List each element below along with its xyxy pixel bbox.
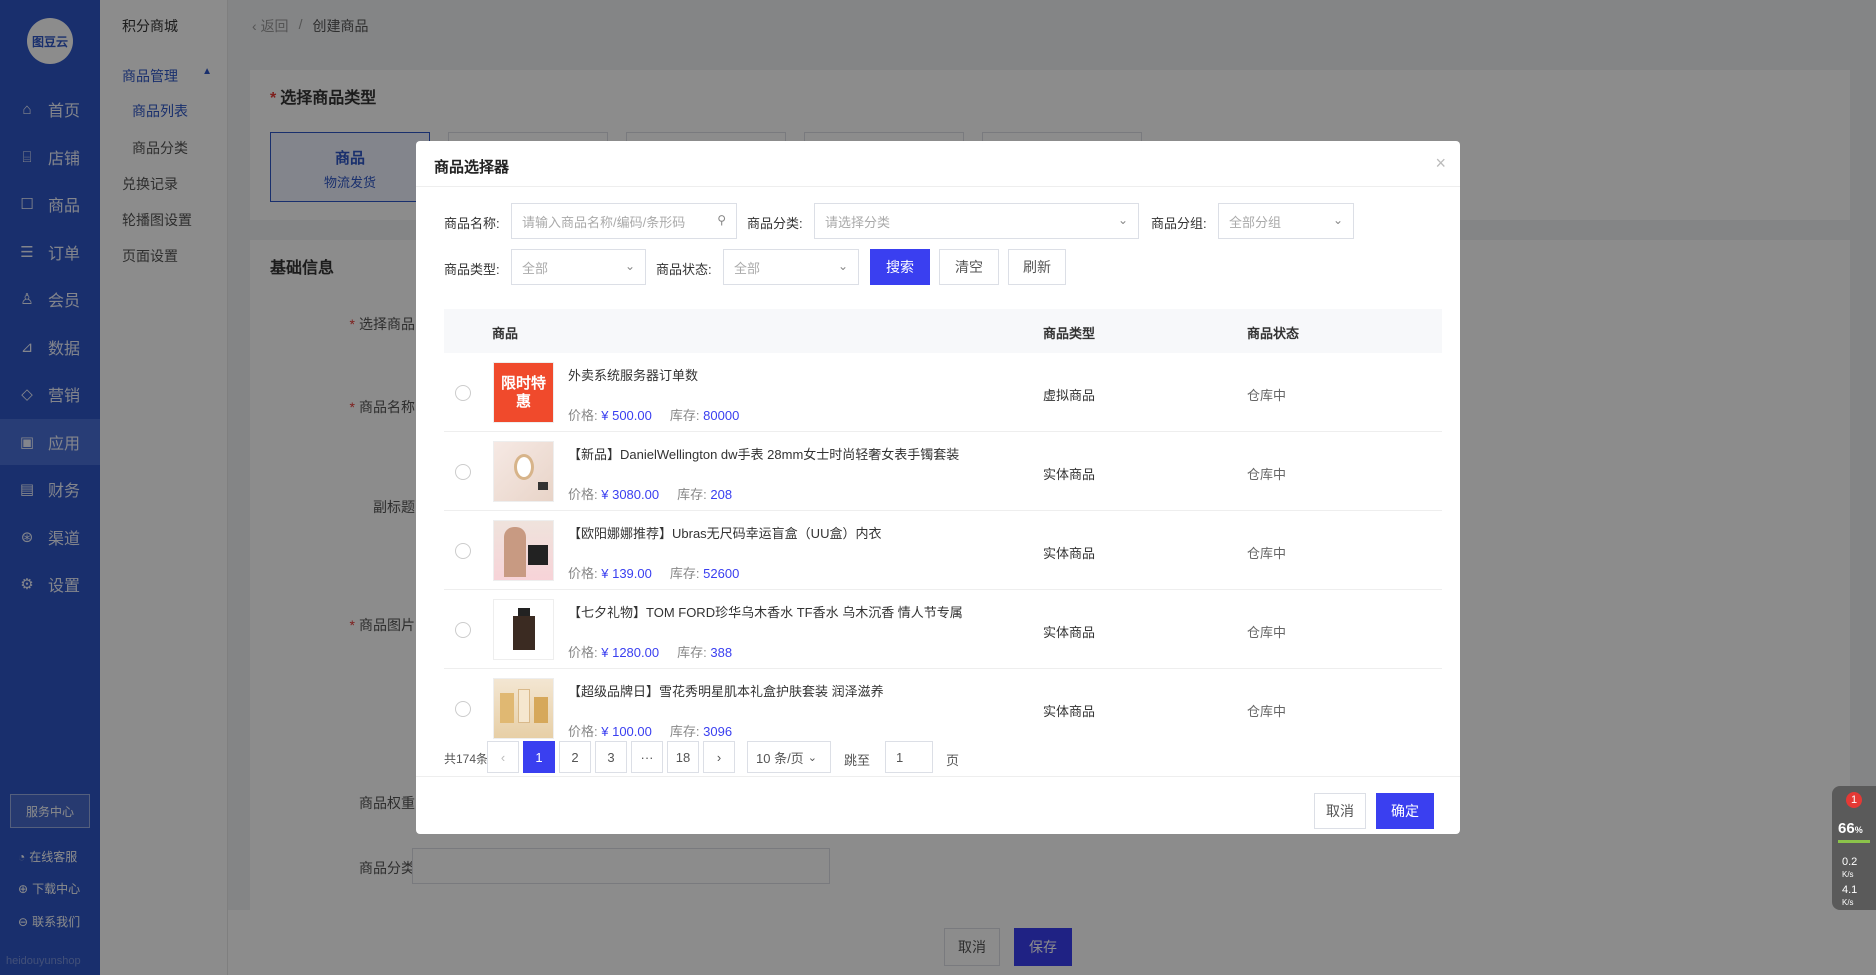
search-placeholder: 请输入商品名称/编码/条形码 xyxy=(522,214,686,230)
download-speed: 4.1 K/s xyxy=(1842,884,1858,907)
jump-label: 跳至 xyxy=(844,753,871,768)
group-value: 全部分组 xyxy=(1229,214,1282,230)
app-root: 图豆云 ⌂ 首页 ⌸ 店铺 ☐ 商品 ☰ 订单 ♙ 会员 ⊿ 数据 ◇ 营销 ▣ 应用 ▤ 财务 … xyxy=(0,0,1876,975)
table-row[interactable]: 【欧阳娜娜推荐】Ubras无尺码幸运盲盒（UU盒）内衣 价格: ¥ 139.00… xyxy=(444,511,1442,590)
page-button-18[interactable]: 18 xyxy=(667,741,699,773)
clear-button[interactable]: 清空 xyxy=(939,249,999,285)
page-size-value: 10 条/页 xyxy=(756,750,804,766)
refresh-button[interactable]: 刷新 xyxy=(1008,249,1066,285)
product-meta: 价格: ¥ 139.00 库存: 52600 xyxy=(568,566,740,581)
chevron-down-icon: ⌄ xyxy=(624,259,635,273)
product-name: 外卖系统服务器订单数 xyxy=(568,368,699,383)
prev-page-button[interactable]: ‹ xyxy=(487,741,519,773)
modal-confirm-button[interactable]: 确定 xyxy=(1376,793,1434,829)
product-thumbnail xyxy=(493,678,554,739)
chevron-down-icon: ⌄ xyxy=(1332,213,1343,227)
product-name: 【超级品牌日】雪花秀明星肌本礼盒护肤套装 润泽滋养 xyxy=(568,684,884,699)
product-type: 实体商品 xyxy=(1043,625,1096,640)
next-page-button[interactable]: › xyxy=(703,741,735,773)
close-icon[interactable]: × xyxy=(1435,153,1446,174)
total-count: 共174条 xyxy=(444,752,489,766)
product-status: 仓库中 xyxy=(1247,625,1287,640)
notification-badge: 1 xyxy=(1846,792,1862,808)
status-value: 全部 xyxy=(734,260,761,276)
modal-footer: 取消 确定 xyxy=(416,776,1460,834)
table-header: 商品 商品类型 商品状态 xyxy=(444,309,1442,353)
product-status: 仓库中 xyxy=(1247,388,1287,403)
goods-category-select[interactable]: 请选择分类 ⌄ xyxy=(814,203,1139,239)
search-icon[interactable]: ⚲ xyxy=(717,213,726,227)
product-thumbnail xyxy=(493,520,554,581)
product-name: 【七夕礼物】TOM FORD珍华乌木香水 TF香水 乌木沉香 情人节专属 xyxy=(568,605,963,620)
product-meta: 价格: ¥ 500.00 库存: 80000 xyxy=(568,408,740,423)
upload-speed: 0.2 K/s xyxy=(1842,856,1858,879)
filter-label-name: 商品名称: xyxy=(444,216,500,231)
product-thumbnail: 限时特惠 xyxy=(493,362,554,423)
type-value: 全部 xyxy=(522,260,549,276)
pagination: 共174条 ‹ 1 2 3 ··· 18 › 10 条/页 ⌄ 跳至 1 页 xyxy=(444,741,1444,773)
page-button-3[interactable]: 3 xyxy=(595,741,627,773)
modal-header: 商品选择器 × xyxy=(416,141,1460,187)
page-button-2[interactable]: 2 xyxy=(559,741,591,773)
table-row[interactable]: 限时特惠 外卖系统服务器订单数 价格: ¥ 500.00 库存: 80000 虚… xyxy=(444,353,1442,432)
usage-bar xyxy=(1838,840,1870,843)
product-meta: 价格: ¥ 1280.00 库存: 388 xyxy=(568,645,733,660)
column-header-goods: 商品 xyxy=(492,326,519,341)
filter-label-category: 商品分类: xyxy=(747,216,803,231)
product-type: 实体商品 xyxy=(1043,546,1096,561)
product-name: 【欧阳娜娜推荐】Ubras无尺码幸运盲盒（UU盒）内衣 xyxy=(568,526,882,541)
product-type: 实体商品 xyxy=(1043,704,1096,719)
jump-page-input[interactable]: 1 xyxy=(885,741,933,773)
row-radio[interactable] xyxy=(455,622,471,638)
product-type: 虚拟商品 xyxy=(1043,388,1096,403)
filter-label-group: 商品分组: xyxy=(1151,216,1207,231)
filter-label-status: 商品状态: xyxy=(656,262,712,277)
chevron-down-icon: ⌄ xyxy=(837,259,848,273)
chevron-down-icon: ⌄ xyxy=(807,751,817,764)
row-radio[interactable] xyxy=(455,464,471,480)
product-status: 仓库中 xyxy=(1247,704,1287,719)
row-radio[interactable] xyxy=(455,701,471,717)
product-meta: 价格: ¥ 3080.00 库存: 208 xyxy=(568,487,733,502)
filter-label-type: 商品类型: xyxy=(444,262,500,277)
cpu-percent: 66% xyxy=(1838,820,1863,837)
modal-cancel-button[interactable]: 取消 xyxy=(1314,793,1366,829)
goods-type-select[interactable]: 全部 ⌄ xyxy=(511,249,646,285)
product-thumbnail xyxy=(493,441,554,502)
category-placeholder: 请选择分类 xyxy=(825,214,891,230)
row-radio[interactable] xyxy=(455,385,471,401)
page-suffix: 页 xyxy=(946,753,960,768)
product-status: 仓库中 xyxy=(1247,546,1287,561)
product-meta: 价格: ¥ 100.00 库存: 3096 xyxy=(568,724,733,739)
page-button-1[interactable]: 1 xyxy=(523,741,555,773)
table-row[interactable]: 【新品】DanielWellington dw手表 28mm女士时尚轻奢女表手镯… xyxy=(444,432,1442,511)
network-monitor-widget[interactable]: 1 66% 0.2 K/s 4.1 K/s xyxy=(1832,786,1876,910)
search-button[interactable]: 搜索 xyxy=(870,249,930,285)
product-name: 【新品】DanielWellington dw手表 28mm女士时尚轻奢女表手镯… xyxy=(568,447,960,462)
table-row[interactable]: 【超级品牌日】雪花秀明星肌本礼盒护肤套装 润泽滋养 价格: ¥ 100.00 库… xyxy=(444,669,1442,748)
product-status: 仓库中 xyxy=(1247,467,1287,482)
column-header-status: 商品状态 xyxy=(1247,326,1300,341)
product-type: 实体商品 xyxy=(1043,467,1096,482)
product-thumbnail xyxy=(493,599,554,660)
row-radio[interactable] xyxy=(455,543,471,559)
goods-selector-modal: 商品选择器 × 商品名称: 请输入商品名称/编码/条形码 ⚲ 商品分类: 请选择… xyxy=(416,141,1460,834)
chevron-down-icon: ⌄ xyxy=(1117,213,1128,227)
column-header-type: 商品类型 xyxy=(1043,326,1096,341)
goods-status-select[interactable]: 全部 ⌄ xyxy=(723,249,859,285)
goods-name-search-input[interactable]: 请输入商品名称/编码/条形码 ⚲ xyxy=(511,203,737,239)
goods-group-select[interactable]: 全部分组 ⌄ xyxy=(1218,203,1354,239)
page-ellipsis[interactable]: ··· xyxy=(631,741,663,773)
page-size-select[interactable]: 10 条/页 ⌄ xyxy=(747,741,831,773)
table-row[interactable]: 【七夕礼物】TOM FORD珍华乌木香水 TF香水 乌木沉香 情人节专属 价格:… xyxy=(444,590,1442,669)
modal-title: 商品选择器 xyxy=(434,159,510,176)
